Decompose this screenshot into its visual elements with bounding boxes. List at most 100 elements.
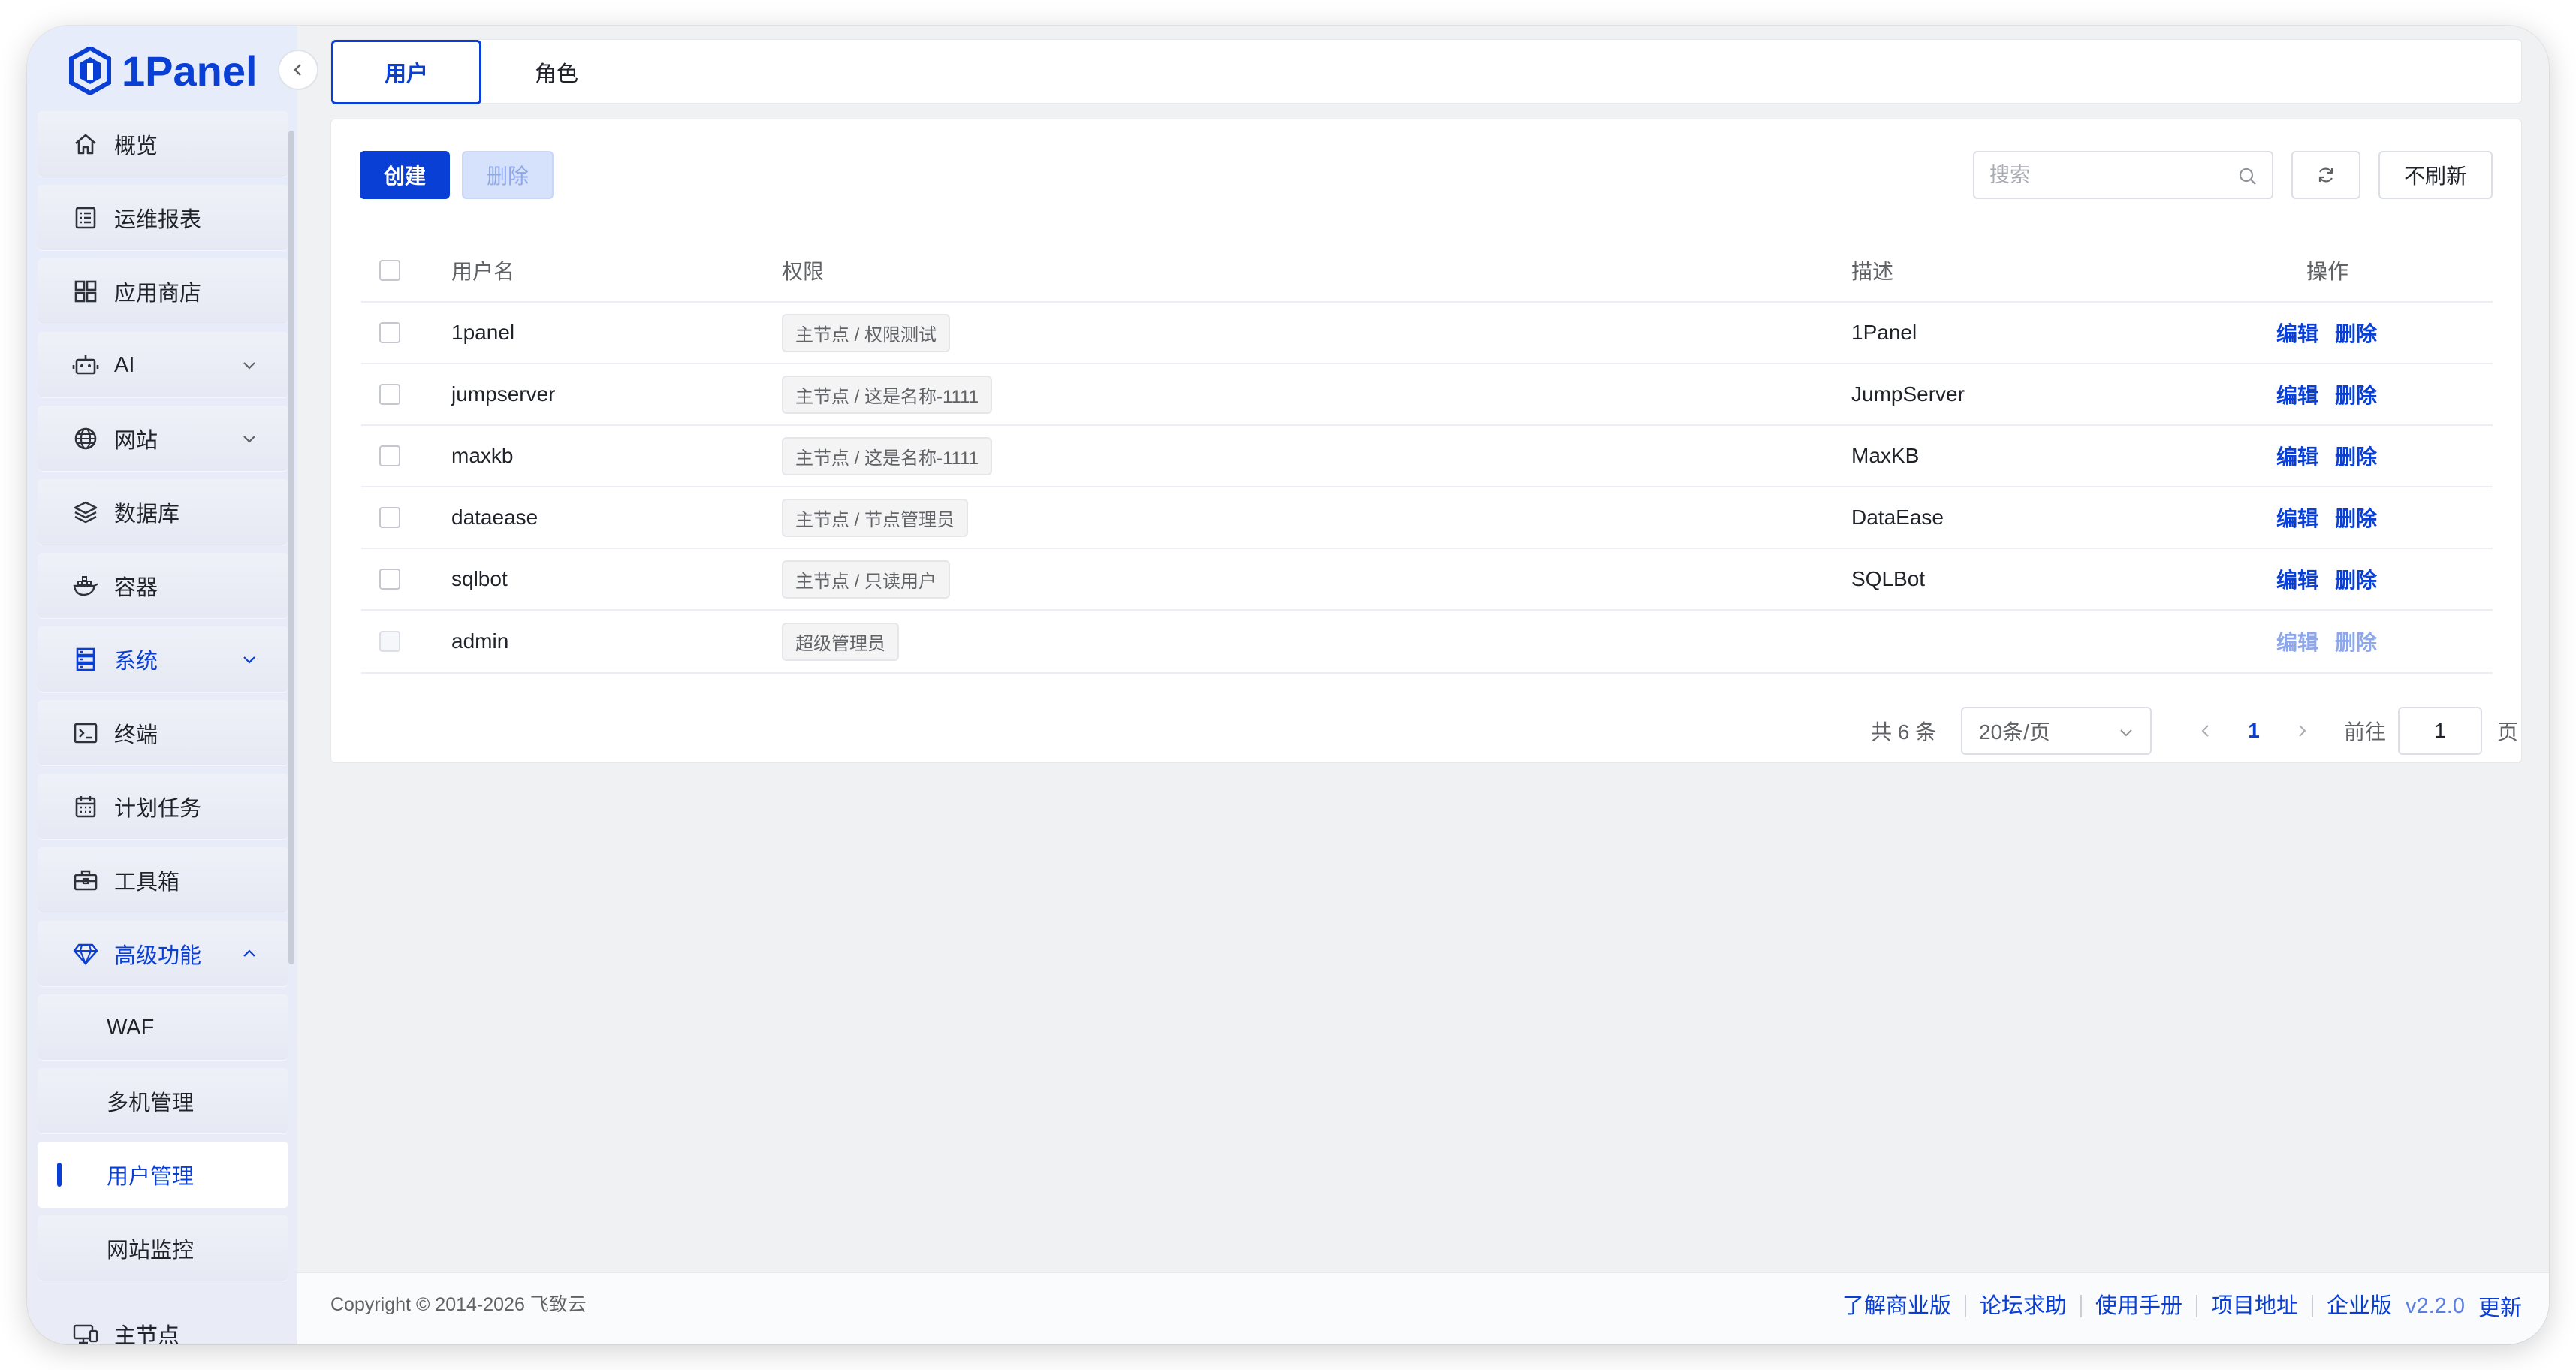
sidebar-item-ai[interactable]: AI xyxy=(38,332,288,398)
link-manual[interactable]: 使用手册 xyxy=(2082,1295,2197,1317)
sidebar-item-user-management[interactable]: 用户管理 xyxy=(38,1142,288,1208)
row-checkbox[interactable] xyxy=(379,507,400,528)
edit-link[interactable]: 编辑 xyxy=(2276,502,2318,533)
sidebar-item-website-monitor[interactable]: 网站监控 xyxy=(38,1215,288,1281)
footer: Copyright © 2014-2026 飞致云 了解商业版 论坛求助 使用手… xyxy=(297,1272,2549,1344)
chevron-down-icon xyxy=(243,656,255,664)
delete-link[interactable]: 删除 xyxy=(2335,441,2377,471)
sidebar-item-app-store[interactable]: 应用商店 xyxy=(38,258,288,324)
header-permission: 权限 xyxy=(782,260,825,283)
permission-tag: 主节点 / 这是名称-1111 xyxy=(782,436,993,475)
delete-link[interactable]: 删除 xyxy=(2335,564,2377,594)
sidebar-item-overview[interactable]: 概览 xyxy=(38,111,288,177)
edit-link: 编辑 xyxy=(2276,631,2319,654)
table-header: 用户名 权限 描述 操作 xyxy=(361,240,2493,303)
tab-label: 角色 xyxy=(534,62,578,86)
search-icon[interactable] xyxy=(2237,166,2258,187)
edit-link[interactable]: 编辑 xyxy=(2276,441,2318,471)
node-switcher[interactable]: 主节点 xyxy=(38,1304,288,1344)
copyright-text: Copyright © 2014-2026 飞致云 xyxy=(330,1294,587,1315)
sidebar-item-label: 计划任务 xyxy=(114,797,202,821)
row-checkbox[interactable] xyxy=(379,384,400,405)
sidebar-item-website[interactable]: 网站 xyxy=(38,406,288,472)
server-icon xyxy=(76,647,95,671)
sidebar-item-label: 概览 xyxy=(114,134,158,158)
permission-tag: 主节点 / 节点管理员 xyxy=(782,498,969,537)
sidebar-item-reports[interactable]: 运维报表 xyxy=(38,185,288,251)
create-button[interactable]: 创建 xyxy=(360,151,450,199)
sidebar-item-label: 用户管理 xyxy=(107,1165,195,1189)
delete-button[interactable]: 删除 xyxy=(462,151,554,199)
footer-links: 了解商业版 论坛求助 使用手册 项目地址 企业版 v2.2.0 更新 xyxy=(1829,1273,2522,1339)
chevron-left-icon xyxy=(294,64,301,76)
username-cell: jumpserver xyxy=(451,382,556,406)
tab-roles[interactable]: 角色 xyxy=(481,40,632,104)
sidebar-item-label: 网站 xyxy=(114,429,158,453)
row-checkbox xyxy=(379,631,400,652)
chevron-down-icon xyxy=(2120,729,2132,737)
sidebar-item-terminal[interactable]: 终端 xyxy=(38,700,288,766)
row-checkbox[interactable] xyxy=(379,569,400,590)
delete-link: 删除 xyxy=(2335,631,2378,654)
current-page[interactable]: 1 xyxy=(2239,707,2269,755)
edit-link[interactable]: 编辑 xyxy=(2276,564,2318,594)
prev-page-button[interactable] xyxy=(2197,722,2215,740)
link-forum[interactable]: 论坛求助 xyxy=(1966,1295,2082,1317)
logo[interactable]: 1Panel xyxy=(69,41,258,101)
sidebar-scrollbar[interactable] xyxy=(288,131,294,964)
globe-icon xyxy=(74,427,97,450)
sidebar-menu: 概览 运维报表 应用商店 AI 网站 数据库 容器 系统 终端 计划任务 工具箱… xyxy=(38,111,288,1289)
collapse-sidebar-button[interactable] xyxy=(278,50,318,90)
description-cell: JumpServer xyxy=(1851,382,1965,406)
auto-refresh-select[interactable]: 不刷新 xyxy=(2378,151,2493,199)
sidebar-item-multi-host[interactable]: 多机管理 xyxy=(38,1068,288,1134)
page-size-select[interactable]: 20条/页 xyxy=(1961,707,2152,755)
table-row: maxkb 主节点 / 这是名称-1111 MaxKB 编辑 删除 xyxy=(361,426,2493,487)
edit-link[interactable]: 编辑 xyxy=(2276,318,2318,348)
table-row: sqlbot 主节点 / 只读用户 SQLBot 编辑 删除 xyxy=(361,549,2493,611)
pagination: 共 6 条 20条/页 1 前往 1 页 xyxy=(331,707,2523,755)
select-all-checkbox[interactable] xyxy=(379,260,400,281)
permission-tag: 主节点 / 权限测试 xyxy=(782,313,951,352)
table-row: dataease 主节点 / 节点管理员 DataEase 编辑 删除 xyxy=(361,487,2493,549)
row-checkbox[interactable] xyxy=(379,445,400,466)
tab-users[interactable]: 用户 xyxy=(331,40,481,104)
sidebar-item-label: 工具箱 xyxy=(114,871,180,895)
username-cell: sqlbot xyxy=(451,567,508,590)
link-commercial[interactable]: 了解商业版 xyxy=(1829,1295,1966,1317)
sidebar-item-advanced[interactable]: 高级功能 xyxy=(38,921,288,987)
sidebar-item-toolbox[interactable]: 工具箱 xyxy=(38,847,288,913)
delete-link[interactable]: 删除 xyxy=(2335,318,2377,348)
sidebar-item-cron[interactable]: 计划任务 xyxy=(38,774,288,840)
username-cell: admin xyxy=(451,629,509,653)
goto-page-input[interactable]: 1 xyxy=(2398,707,2482,755)
link-project[interactable]: 项目地址 xyxy=(2197,1295,2313,1317)
page-unit-label: 页 xyxy=(2497,720,2519,744)
edit-link[interactable]: 编辑 xyxy=(2276,379,2318,409)
tab-bar: 用户 角色 xyxy=(330,39,2522,104)
search-input[interactable] xyxy=(1989,160,2230,190)
sidebar-item-label: AI xyxy=(114,352,135,377)
sidebar-item-waf[interactable]: WAF xyxy=(38,994,288,1061)
terminal-icon xyxy=(74,723,98,744)
sidebar-item-container[interactable]: 容器 xyxy=(38,553,288,619)
link-enterprise[interactable]: 企业版 xyxy=(2313,1295,2400,1317)
sidebar-item-label: 系统 xyxy=(114,650,158,674)
username-cell: maxkb xyxy=(451,444,514,467)
delete-link[interactable]: 删除 xyxy=(2335,379,2377,409)
delete-link[interactable]: 删除 xyxy=(2335,502,2377,533)
total-count: 共 6 条 xyxy=(1871,720,1937,744)
permission-tag: 超级管理员 xyxy=(782,622,899,661)
next-page-button[interactable] xyxy=(2293,722,2311,740)
update-link[interactable]: 更新 xyxy=(2471,1290,2522,1322)
sidebar-item-system[interactable]: 系统 xyxy=(38,626,288,693)
monitor-icon xyxy=(73,1324,98,1344)
search-field[interactable] xyxy=(1973,151,2273,199)
description-cell: DataEase xyxy=(1851,505,1944,529)
users-panel: 创建 删除 不刷新 用户名 权限 描述 操作 1panel 主节点 / 权限测试… xyxy=(330,119,2522,763)
refresh-button[interactable] xyxy=(2291,151,2360,199)
sidebar-item-database[interactable]: 数据库 xyxy=(38,479,288,545)
version-text: v2.2.0 xyxy=(2405,1293,2465,1318)
sidebar-item-label: 终端 xyxy=(114,723,158,747)
row-checkbox[interactable] xyxy=(379,322,400,343)
